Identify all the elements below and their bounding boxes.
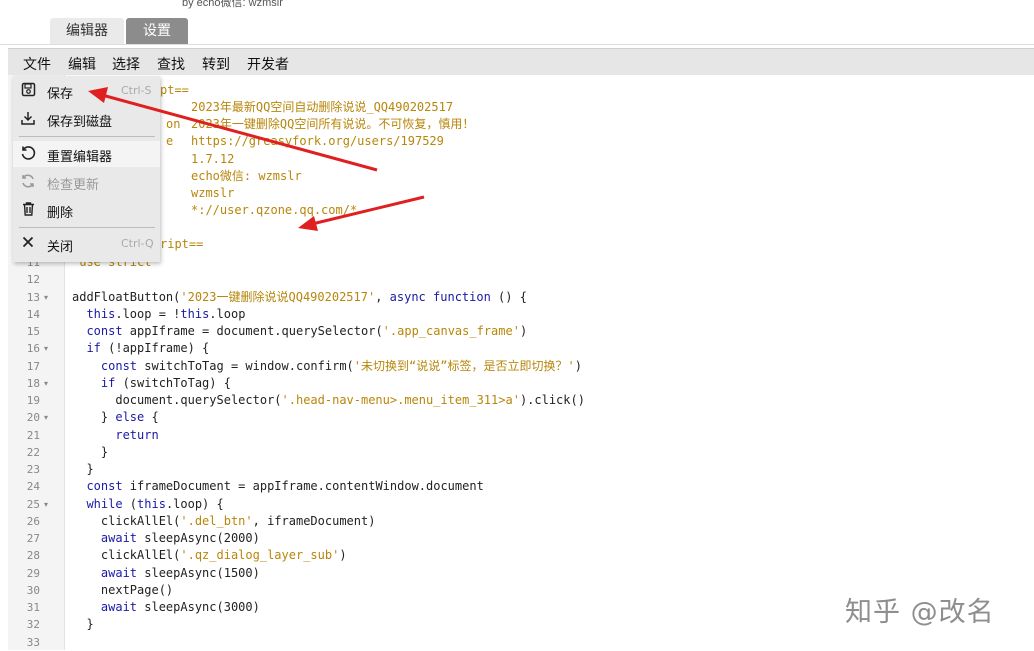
zhihu-watermark: 知乎 @改名 xyxy=(845,597,995,628)
arrow-to-code xyxy=(311,195,425,226)
arrow-to-save xyxy=(101,93,378,172)
annotation-arrows xyxy=(88,87,425,231)
arrow-head-save xyxy=(88,87,108,103)
arrow-head-code xyxy=(298,216,318,231)
